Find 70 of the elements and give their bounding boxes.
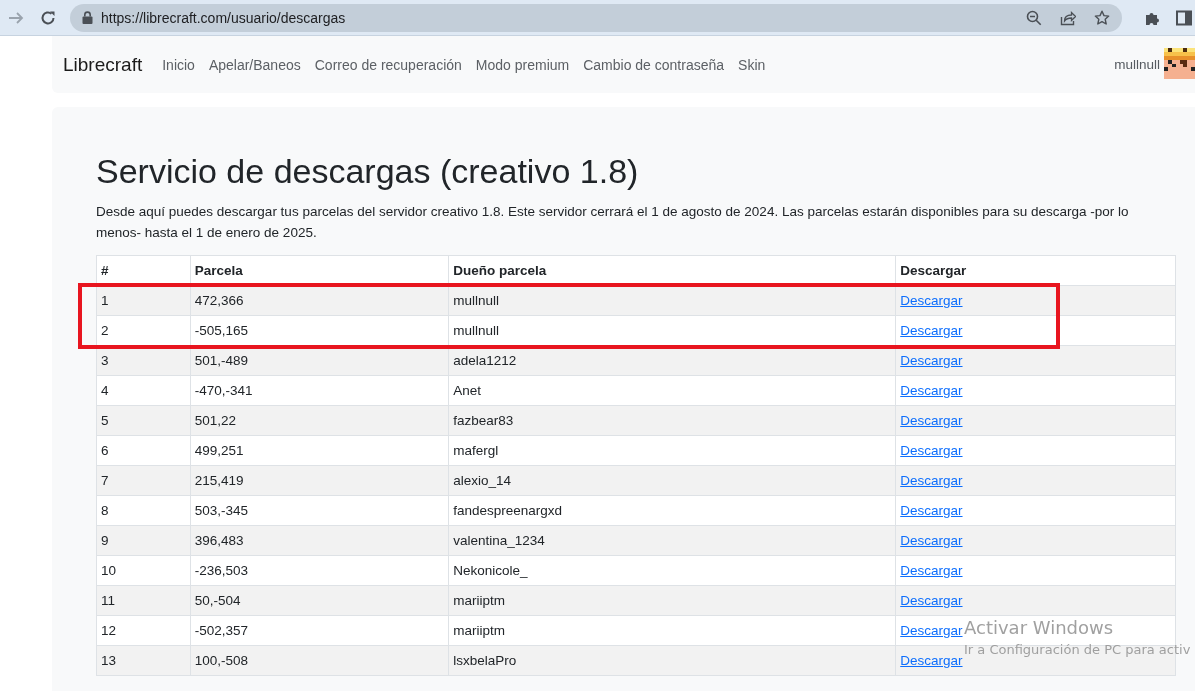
table-cell: fazbear83	[448, 405, 896, 436]
download-link[interactable]: Descargar	[900, 653, 963, 668]
table-cell: 10	[96, 555, 191, 586]
table-cell: 11	[96, 585, 191, 616]
table-cell: mariiptm	[448, 615, 896, 646]
table-cell: -470,-341	[190, 375, 449, 406]
table-cell: lsxbelaPro	[448, 645, 896, 676]
table-cell: 9	[96, 525, 191, 556]
table-cell: 100,-508	[190, 645, 449, 676]
column-header: Descargar	[895, 255, 1176, 286]
lock-icon	[82, 11, 93, 24]
table-cell: 12	[96, 615, 191, 646]
table-cell: mariiptm	[448, 585, 896, 616]
table-cell: 8	[96, 495, 191, 526]
nav-link[interactable]: Inicio	[162, 56, 195, 73]
nav-link[interactable]: Skin	[738, 56, 766, 73]
table-cell: fandespreenargxd	[448, 495, 896, 526]
table-cell: 50,-504	[190, 585, 449, 616]
table-cell: 396,483	[190, 525, 449, 556]
nav-link[interactable]: Apelar/Baneos	[208, 56, 301, 73]
table-cell: 4	[96, 375, 191, 406]
table-cell: 501,22	[190, 405, 449, 436]
table-cell: -502,357	[190, 615, 449, 646]
download-link[interactable]: Descargar	[900, 323, 963, 338]
side-panel-icon[interactable]	[1176, 9, 1192, 26]
download-link[interactable]: Descargar	[900, 623, 963, 638]
activation-title: Activar Windows	[964, 616, 1115, 640]
zoom-out-icon[interactable]	[1026, 9, 1042, 26]
table-cell: mullnull	[448, 285, 896, 316]
download-link[interactable]: Descargar	[900, 413, 963, 428]
column-header: Parcela	[190, 255, 449, 286]
column-header: Dueño parcela	[448, 255, 896, 286]
user-name[interactable]: mullnull	[1114, 57, 1160, 72]
activation-message: Ir a Configuración de PC para activ	[964, 641, 1192, 659]
table-cell: 472,366	[190, 285, 449, 316]
table-cell: 503,-345	[190, 495, 449, 526]
reload-icon[interactable]	[40, 9, 56, 26]
download-link[interactable]: Descargar	[900, 383, 963, 398]
table-cell: 1	[96, 285, 191, 316]
table-cell: mafergl	[448, 435, 896, 466]
download-link[interactable]: Descargar	[900, 563, 963, 578]
download-link[interactable]: Descargar	[900, 533, 963, 548]
table-cell: -236,503	[190, 555, 449, 586]
nav-link[interactable]: Cambio de contraseña	[583, 56, 725, 73]
table-cell: 2	[96, 315, 191, 346]
table-cell: 6	[96, 435, 191, 466]
nav-link[interactable]: Correo de recuperación	[314, 56, 462, 73]
avatar-icon[interactable]	[1164, 48, 1195, 79]
table-cell: Nekonicole_	[448, 555, 896, 586]
download-link[interactable]: Descargar	[900, 593, 963, 608]
table-cell: 7	[96, 465, 191, 496]
download-link[interactable]: Descargar	[900, 473, 963, 488]
page-title: Servicio de descargas (creativo 1.8)	[96, 152, 640, 191]
share-icon[interactable]	[1060, 9, 1076, 26]
star-icon[interactable]	[1094, 9, 1110, 26]
page-description: Desde aquí puedes descargar tus parcelas del servidor creativo 1.8. Este servidor cerrará el 1 de agosto de 2024. Las parcelas estarán disponibles para su descarga -por lo menos- hasta el 1 de enero de 2025.	[96, 203, 1130, 242]
table-cell: valentina_1234	[448, 525, 896, 556]
download-link[interactable]: Descargar	[900, 503, 963, 518]
table-cell: Anet	[448, 375, 896, 406]
download-link[interactable]: Descargar	[900, 293, 963, 308]
table-cell: 499,251	[190, 435, 449, 466]
table-cell: 215,419	[190, 465, 449, 496]
table-cell: 5	[96, 405, 191, 436]
column-header: #	[96, 255, 191, 286]
table-cell: alexio_14	[448, 465, 896, 496]
nav-link[interactable]: Modo premium	[475, 56, 570, 73]
table-cell: 13	[96, 645, 191, 676]
download-link[interactable]: Descargar	[900, 353, 963, 368]
brand-link[interactable]: Librecraft	[63, 53, 143, 76]
download-link[interactable]: Descargar	[900, 443, 963, 458]
